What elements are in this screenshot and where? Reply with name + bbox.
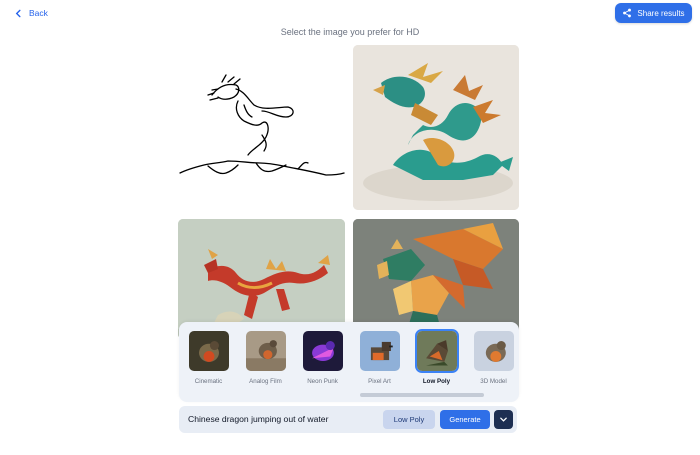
sketch-drawing — [179, 74, 345, 176]
sketch-input-image — [178, 45, 345, 210]
back-label: Back — [29, 8, 48, 18]
style-label: Analog Film — [249, 378, 282, 385]
dragon-image-3 — [353, 219, 519, 339]
generate-button[interactable]: Generate — [440, 410, 490, 429]
generate-options-button[interactable] — [494, 410, 513, 429]
style-option-analog-film[interactable]: Analog Film — [242, 329, 289, 393]
result-image-1[interactable] — [353, 45, 519, 210]
selected-style-chip[interactable]: Low Poly — [383, 410, 435, 429]
style-label: Cinematic — [194, 378, 223, 385]
style-thumbnail — [187, 329, 231, 373]
chevron-down-icon — [500, 417, 507, 422]
style-thumbnail — [301, 329, 345, 373]
style-scrollbar[interactable] — [360, 393, 484, 397]
style-option-low-poly[interactable]: Low Poly — [413, 329, 460, 393]
style-option-cinematic[interactable]: Cinematic — [185, 329, 232, 393]
style-label: Pixel Art — [368, 378, 391, 385]
style-thumbnail — [244, 329, 288, 373]
style-label: Neon Punk — [307, 378, 338, 385]
style-label: 3D Model — [480, 378, 507, 385]
style-option-neon-punk[interactable]: Neon Punk — [299, 329, 346, 393]
style-thumbnail — [414, 329, 459, 373]
prompt-input[interactable] — [188, 406, 378, 433]
prompt-bar: Low Poly Generate — [179, 406, 517, 433]
share-results-label: Share results — [637, 8, 685, 18]
share-results-button[interactable]: Share results — [615, 3, 692, 23]
share-icon — [623, 8, 632, 18]
style-list[interactable]: Cinematic Analog Film Neon Punk Pixel Ar… — [185, 329, 519, 393]
result-image-2[interactable] — [178, 219, 345, 339]
result-image-3[interactable] — [353, 219, 519, 339]
dragon-image-1 — [353, 45, 519, 210]
style-thumbnail — [472, 329, 516, 373]
chevron-left-icon — [15, 9, 21, 17]
style-option-3d-model[interactable]: 3D Model — [470, 329, 517, 393]
page-title: Select the image you prefer for HD — [280, 27, 420, 37]
back-button[interactable]: Back — [14, 6, 48, 20]
style-thumbnail — [358, 329, 402, 373]
dragon-image-2 — [178, 219, 345, 339]
style-picker-panel: Cinematic Analog Film Neon Punk Pixel Ar… — [179, 322, 519, 402]
style-label: Low Poly — [422, 378, 451, 385]
style-option-pixel-art[interactable]: Pixel Art — [356, 329, 403, 393]
